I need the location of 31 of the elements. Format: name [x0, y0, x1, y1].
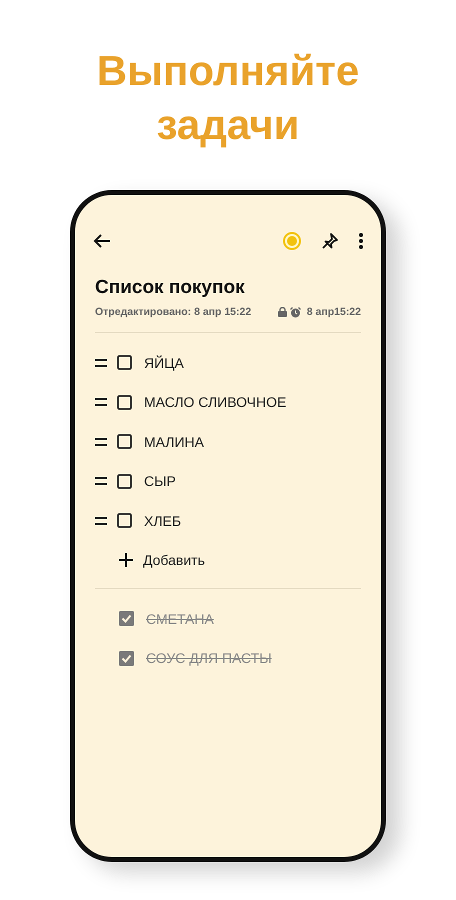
- note-title: Список покупок: [95, 277, 246, 299]
- checkbox[interactable]: [117, 513, 132, 528]
- drag-handle-icon[interactable]: [95, 477, 107, 486]
- plus-icon: [119, 553, 133, 568]
- item-label: МАСЛО СЛИВОЧНОЕ: [144, 394, 286, 410]
- drag-handle-icon[interactable]: [95, 438, 107, 446]
- drag-handle-icon[interactable]: [95, 398, 107, 406]
- item-label: СОУС ДЛЯ ПАСТЫ: [146, 650, 272, 666]
- item-label: СЫР: [144, 473, 176, 490]
- item-label: ХЛЕБ: [144, 512, 182, 529]
- reminder-time: 8 апр15:22: [306, 306, 361, 318]
- more-icon[interactable]: [359, 233, 363, 249]
- checkbox[interactable]: [117, 394, 132, 410]
- item-label: МАЛИНА: [144, 434, 204, 450]
- checkbox[interactable]: [117, 355, 132, 370]
- lock-icon: [278, 307, 287, 317]
- drag-handle-icon[interactable]: [95, 516, 107, 525]
- color-dot-icon[interactable]: [283, 232, 301, 250]
- checkbox[interactable]: [117, 434, 132, 450]
- add-item-button[interactable]: Добавить: [119, 540, 205, 580]
- drag-handle-icon[interactable]: [95, 358, 107, 367]
- headline: Выполняйте задачи: [96, 46, 360, 150]
- item-label: СМЕТАНА: [146, 610, 214, 627]
- alarm-clock-icon: [290, 306, 301, 318]
- item-label: ЯЙЦА: [144, 354, 184, 371]
- edited-time: Отредактировано: 8 апр 15:22: [95, 306, 252, 318]
- checkbox[interactable]: [117, 474, 132, 489]
- checkbox[interactable]: [119, 650, 134, 666]
- back-arrow-icon[interactable]: [93, 233, 111, 249]
- checkbox[interactable]: [119, 611, 134, 626]
- pin-icon[interactable]: [321, 232, 339, 250]
